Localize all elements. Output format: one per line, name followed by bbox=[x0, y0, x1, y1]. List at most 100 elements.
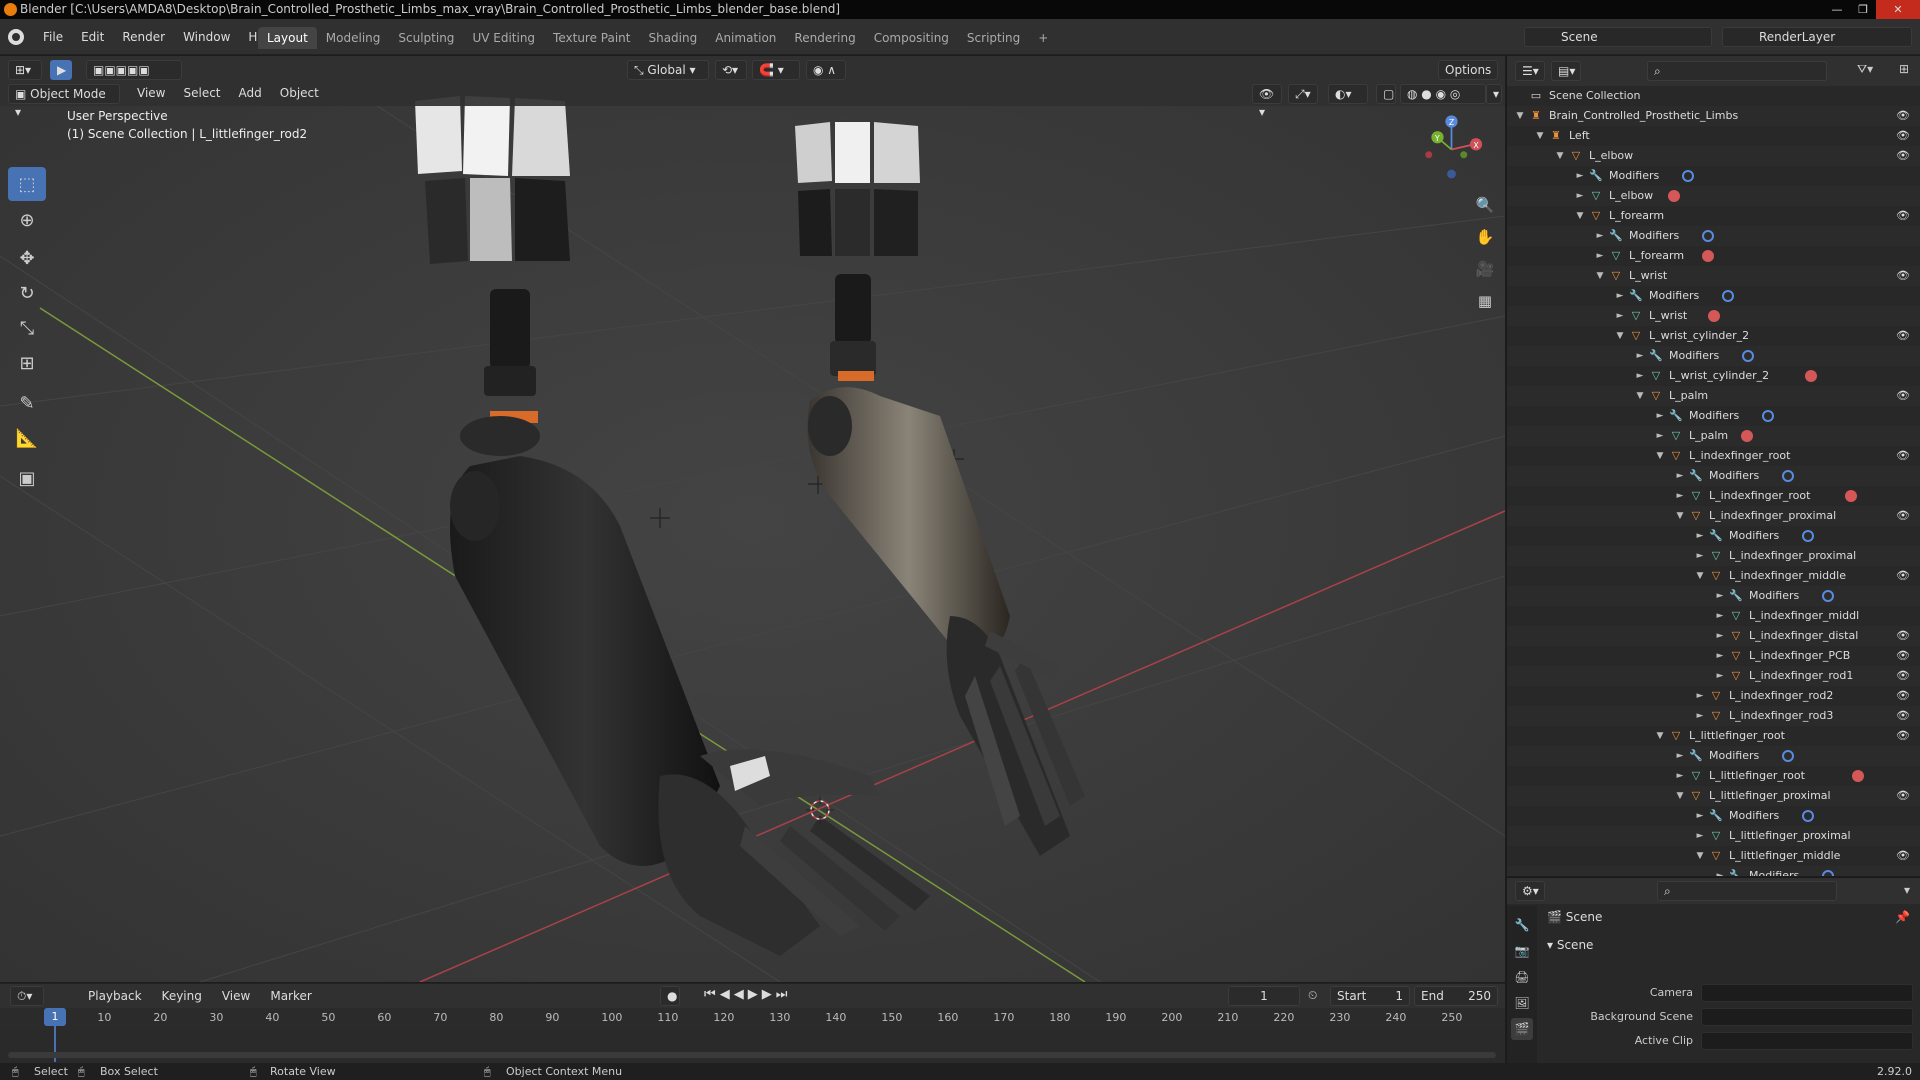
close-button[interactable]: ✕ bbox=[1876, 0, 1920, 19]
expand-down-icon[interactable]: ▼ bbox=[1515, 106, 1525, 126]
timeline-scrollbar[interactable] bbox=[8, 1052, 1496, 1058]
annotate-tool-icon[interactable]: ✎ bbox=[8, 386, 46, 420]
scene-panel-header[interactable]: ▾ Scene bbox=[1541, 934, 1915, 956]
expand-right-icon[interactable]: ► bbox=[1695, 826, 1705, 846]
outliner-editor-type-button[interactable]: ☰▾ bbox=[1515, 61, 1545, 81]
object-mode-dropdown[interactable]: ▣ Object Mode ▾ bbox=[8, 84, 120, 119]
eye-icon[interactable]: 👁 bbox=[1896, 326, 1910, 346]
outliner-row[interactable]: ► ▽ L_indexfinger_rod2 👁 bbox=[1507, 686, 1920, 706]
navigation-gizmo[interactable]: Z X Y bbox=[1420, 106, 1490, 186]
timeline-menu-0[interactable]: Playback bbox=[78, 986, 152, 1006]
outliner-row[interactable]: ► 🔧 Modifiers bbox=[1507, 526, 1920, 546]
expand-down-icon[interactable]: ▼ bbox=[1635, 386, 1645, 406]
outliner-row[interactable]: ▼ ▽ L_forearm 👁 bbox=[1507, 206, 1920, 226]
render-tab-icon[interactable]: 📷 bbox=[1511, 940, 1533, 962]
shading-mode-buttons[interactable]: ◍ ● ◉ ◎ bbox=[1400, 84, 1486, 104]
camera-view-icon[interactable]: 🎥 bbox=[1470, 254, 1500, 284]
expand-down-icon[interactable]: ▼ bbox=[1595, 266, 1605, 286]
workspace-tab-3[interactable]: UV Editing bbox=[463, 27, 544, 49]
outliner-row[interactable]: ► ▽ L_wrist bbox=[1507, 306, 1920, 326]
expand-right-icon[interactable]: ► bbox=[1675, 486, 1685, 506]
expand-right-icon[interactable]: ► bbox=[1715, 606, 1725, 626]
eye-icon[interactable]: 👁 bbox=[1896, 846, 1910, 866]
workspace-tab-4[interactable]: Texture Paint bbox=[544, 27, 639, 49]
eye-icon[interactable]: 👁 bbox=[1896, 386, 1910, 406]
scene-tab-icon[interactable]: 🎬 bbox=[1511, 1018, 1533, 1040]
tool-tab-icon[interactable]: 🔧 bbox=[1511, 914, 1533, 936]
select-tool-button[interactable]: ▶ bbox=[50, 60, 72, 80]
expand-right-icon[interactable]: ► bbox=[1715, 646, 1725, 666]
measure-tool-icon[interactable]: 📐 bbox=[8, 421, 46, 455]
expand-right-icon[interactable]: ► bbox=[1615, 306, 1625, 326]
outliner-row[interactable]: ► 🔧 Modifiers bbox=[1507, 466, 1920, 486]
timeline-menu-3[interactable]: Marker bbox=[260, 986, 321, 1006]
scale-tool-icon[interactable]: ⤡ bbox=[8, 311, 46, 345]
preview-range-icon[interactable]: ⏲ bbox=[1308, 988, 1317, 1003]
eye-icon[interactable]: 👁 bbox=[1896, 446, 1910, 466]
outliner-row[interactable]: ▼ ▽ L_wrist 👁 bbox=[1507, 266, 1920, 286]
outliner-row[interactable]: ▼ ▽ L_littlefinger_proximal 👁 bbox=[1507, 786, 1920, 806]
expand-right-icon[interactable]: ► bbox=[1635, 346, 1645, 366]
outliner-row[interactable]: ► 🔧 Modifiers bbox=[1507, 346, 1920, 366]
expand-right-icon[interactable]: ► bbox=[1675, 746, 1685, 766]
outliner-row[interactable]: ▼ ♜ Left 👁 bbox=[1507, 126, 1920, 146]
outliner-row[interactable]: ▼ ♜ Brain_Controlled_Prosthetic_Limbs 👁 bbox=[1507, 106, 1920, 126]
viewport-menu-0[interactable]: View bbox=[128, 83, 174, 103]
eye-icon[interactable]: 👁 bbox=[1896, 146, 1910, 166]
expand-right-icon[interactable]: ► bbox=[1655, 406, 1665, 426]
outliner-row[interactable]: ► ▽ L_forearm bbox=[1507, 246, 1920, 266]
expand-down-icon[interactable]: ▼ bbox=[1695, 566, 1705, 586]
expand-down-icon[interactable]: ▼ bbox=[1655, 726, 1665, 746]
menu-2[interactable]: Render bbox=[113, 28, 174, 46]
expand-down-icon[interactable]: ▼ bbox=[1535, 126, 1545, 146]
workspace-tab-7[interactable]: Rendering bbox=[785, 27, 864, 49]
expand-right-icon[interactable]: ► bbox=[1595, 246, 1605, 266]
outliner-row[interactable]: ▼ ▽ L_indexfinger_root 👁 bbox=[1507, 446, 1920, 466]
outliner-row[interactable]: ▼ ▽ L_indexfinger_middle 👁 bbox=[1507, 566, 1920, 586]
expand-right-icon[interactable]: ► bbox=[1715, 626, 1725, 646]
outliner-row[interactable]: ► 🔧 Modifiers bbox=[1507, 586, 1920, 606]
expand-down-icon[interactable]: ▼ bbox=[1695, 846, 1705, 866]
expand-right-icon[interactable]: ► bbox=[1695, 806, 1705, 826]
menu-0[interactable]: File bbox=[34, 28, 72, 46]
outliner-row[interactable]: ▼ ▽ L_elbow 👁 bbox=[1507, 146, 1920, 166]
expand-right-icon[interactable]: ► bbox=[1655, 426, 1665, 446]
autokey-record-button[interactable]: ● bbox=[660, 986, 680, 1006]
pan-hand-icon[interactable]: ✋ bbox=[1470, 222, 1500, 252]
eye-icon[interactable]: 👁 bbox=[1896, 686, 1910, 706]
expand-right-icon[interactable]: ► bbox=[1695, 686, 1705, 706]
eye-icon[interactable]: 👁 bbox=[1896, 626, 1910, 646]
outliner-row[interactable]: ► 🔧 Modifiers bbox=[1507, 406, 1920, 426]
outliner-row[interactable]: ▭ Scene Collection bbox=[1507, 86, 1920, 106]
expand-down-icon[interactable]: ▼ bbox=[1675, 786, 1685, 806]
property-field[interactable] bbox=[1701, 1032, 1913, 1050]
minimize-button[interactable]: — bbox=[1824, 0, 1850, 19]
expand-right-icon[interactable]: ► bbox=[1575, 166, 1585, 186]
expand-down-icon[interactable]: ▼ bbox=[1615, 326, 1625, 346]
expand-down-icon[interactable]: ▼ bbox=[1675, 506, 1685, 526]
eye-icon[interactable]: 👁 bbox=[1896, 266, 1910, 286]
outliner-row[interactable]: ▼ ▽ L_palm 👁 bbox=[1507, 386, 1920, 406]
workspace-tab-9[interactable]: Scripting bbox=[958, 27, 1029, 49]
properties-editor-type-button[interactable]: ⚙▾ bbox=[1515, 881, 1545, 901]
filter-icon[interactable]: ⛛▾ bbox=[1857, 62, 1873, 77]
timeline-editor[interactable]: ⏱▾ Playback Keying View Marker ● ⏮◀◀▶▶⏭ 1 ⏲… bbox=[0, 983, 1505, 1063]
outliner-search-input[interactable]: ⌕ bbox=[1647, 61, 1827, 81]
ortho-grid-icon[interactable]: ▦ bbox=[1470, 286, 1500, 316]
playhead[interactable]: 1 bbox=[44, 1008, 66, 1026]
menu-3[interactable]: Window bbox=[174, 28, 239, 46]
expand-right-icon[interactable]: ► bbox=[1715, 666, 1725, 686]
xray-toggle[interactable]: ▢ bbox=[1376, 84, 1396, 104]
expand-right-icon[interactable]: ► bbox=[1695, 526, 1705, 546]
options-dropdown[interactable]: Options ▾ bbox=[1438, 60, 1498, 95]
move-tool-icon[interactable]: ✥ bbox=[8, 241, 46, 275]
timeline-menu-2[interactable]: View bbox=[212, 986, 260, 1006]
3d-viewport[interactable]: ⊞▾ ▶ ▣▣▣▣▣ ⤡ Global ▾ ⟲▾ 🧲 ▾ ◉ ∧ Options… bbox=[0, 56, 1505, 982]
property-field[interactable] bbox=[1701, 984, 1913, 1002]
maximize-button[interactable]: ❐ bbox=[1850, 0, 1876, 19]
outliner-row[interactable]: ► ▽ L_indexfinger_proximal bbox=[1507, 546, 1920, 566]
add-cube-tool-icon[interactable]: ▣ bbox=[8, 461, 46, 495]
property-field[interactable] bbox=[1701, 1008, 1913, 1026]
outliner-row[interactable]: ► ▽ L_indexfinger_middl bbox=[1507, 606, 1920, 626]
outliner[interactable]: ☰▾ ▤▾ ⌕ ⛛▾ ⊞ ▭ Scene Collection ▼ ♜ Brain_Co… bbox=[1506, 56, 1920, 876]
